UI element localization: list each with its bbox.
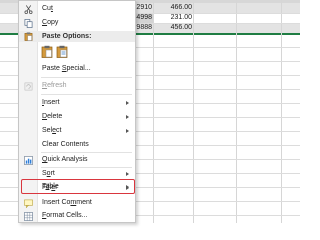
menu-item-copy[interactable]: Copy bbox=[19, 17, 135, 29]
paste-icon[interactable] bbox=[41, 45, 53, 58]
menu-item-label: Delete bbox=[42, 113, 63, 120]
menu-item-delete[interactable]: Delete bbox=[19, 111, 135, 123]
menu-item-format-cells[interactable]: Format Cells... bbox=[19, 210, 135, 222]
submenu-arrow-icon bbox=[126, 129, 129, 133]
menu-item-quick-analysis[interactable]: Quick Analysis bbox=[19, 154, 135, 166]
menu-item-cut[interactable]: Cut bbox=[19, 3, 135, 15]
menu-item-label: Refresh bbox=[42, 82, 67, 89]
cell-value[interactable]: 466.00 bbox=[155, 3, 192, 13]
format-cells-icon bbox=[24, 212, 33, 221]
copy-icon bbox=[24, 19, 33, 28]
paste-options-header: Paste Options: bbox=[19, 31, 135, 42]
menu-item-label: Clear Contents bbox=[42, 141, 89, 148]
menu-item-refresh: Refresh bbox=[19, 80, 135, 92]
menu-separator bbox=[41, 94, 132, 95]
submenu-arrow-icon bbox=[126, 101, 129, 105]
menu-item-label: Paste Special... bbox=[42, 65, 91, 72]
menu-item-insert[interactable]: Insert bbox=[19, 97, 135, 109]
context-menu: Cut Copy Paste Options: Paste Special... bbox=[18, 0, 136, 223]
menu-item-label: Insert bbox=[42, 99, 60, 106]
cut-icon bbox=[24, 5, 33, 14]
menu-item-insert-comment[interactable]: Insert Comment bbox=[19, 197, 135, 209]
menu-item-label: Format Cells... bbox=[42, 212, 88, 219]
refresh-icon bbox=[24, 82, 33, 91]
table-highlight-box bbox=[21, 179, 135, 194]
menu-item-paste-special[interactable]: Paste Special... bbox=[19, 63, 135, 75]
menu-item-label: Select bbox=[42, 127, 62, 134]
quick-analysis-icon bbox=[24, 156, 33, 165]
cell-value[interactable]: 231.00 bbox=[155, 13, 192, 23]
menu-separator bbox=[41, 152, 132, 153]
submenu-arrow-icon bbox=[126, 115, 129, 119]
menu-item-label: Cut bbox=[42, 5, 53, 12]
menu-item-clear-contents[interactable]: Clear Contents bbox=[19, 139, 135, 151]
menu-item-select[interactable]: Select bbox=[19, 125, 135, 137]
comment-icon bbox=[24, 199, 33, 208]
paste-values-icon[interactable] bbox=[56, 45, 68, 58]
menu-item-label: Insert Comment bbox=[42, 199, 92, 206]
menu-separator bbox=[41, 77, 132, 78]
paste-icon bbox=[24, 32, 33, 41]
menu-item-label: Quick Analysis bbox=[42, 156, 88, 163]
paste-options-label: Paste Options: bbox=[42, 33, 92, 40]
menu-item-label: Copy bbox=[42, 19, 59, 26]
cell-value[interactable]: 456.00 bbox=[155, 23, 192, 33]
submenu-arrow-icon bbox=[126, 172, 129, 176]
